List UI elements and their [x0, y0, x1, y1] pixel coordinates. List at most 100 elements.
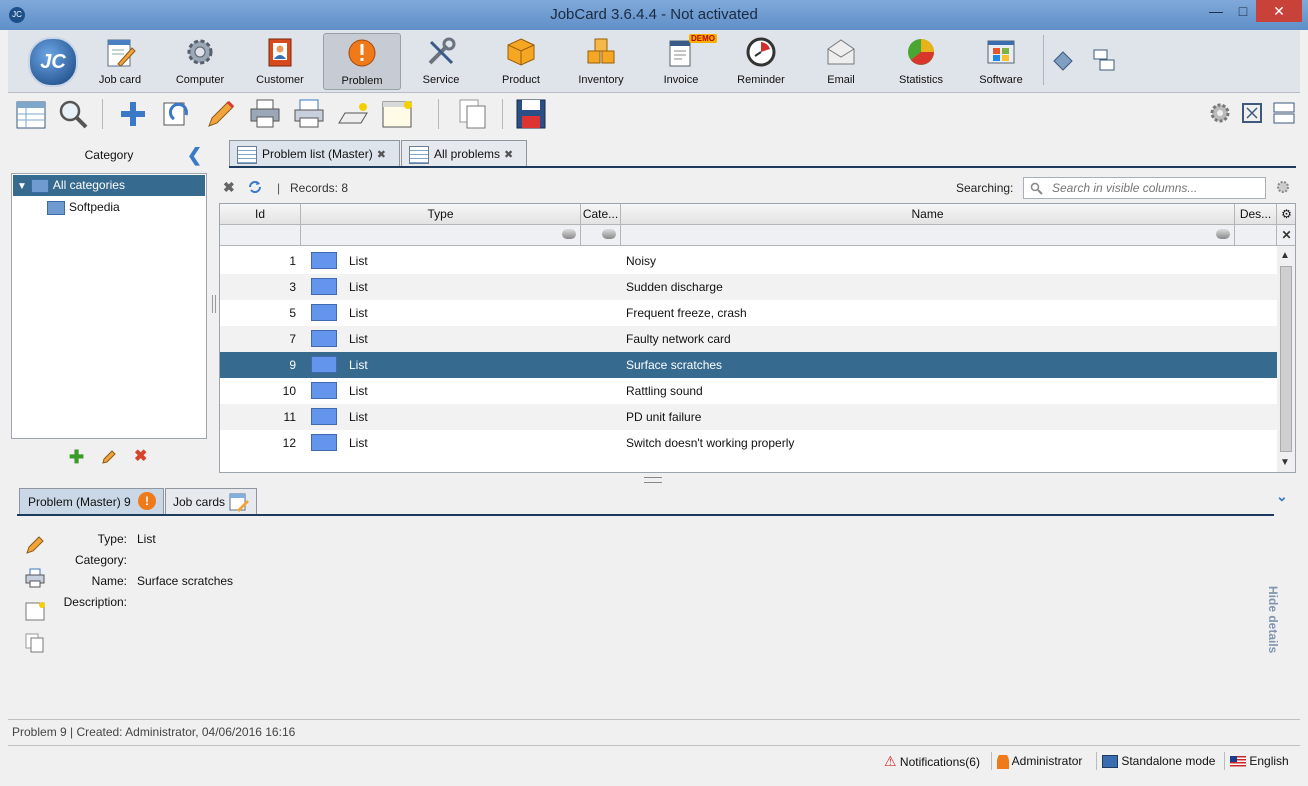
module-label: Invoice	[663, 74, 699, 86]
delete-category-icon[interactable]: ✖	[134, 448, 147, 466]
tree-item-all-categories[interactable]: ▼ All categories	[13, 175, 205, 196]
tree-expand-icon[interactable]: ▼	[17, 181, 27, 192]
column-header-category[interactable]: Cate...	[581, 204, 621, 225]
module-email[interactable]: Email	[803, 33, 879, 88]
note-icon[interactable]	[380, 97, 414, 131]
mode-item[interactable]: Standalone mode	[1102, 746, 1215, 776]
filter-cell-name[interactable]	[621, 225, 1235, 246]
module-customer[interactable]: Customer	[242, 33, 318, 88]
module-computer[interactable]: Computer	[162, 33, 238, 88]
module-reminder[interactable]: Reminder	[723, 33, 799, 88]
type-color-swatch	[311, 382, 337, 399]
vertical-splitter[interactable]	[211, 140, 216, 472]
column-header-description[interactable]: Des...	[1235, 204, 1277, 225]
tab-all-problems[interactable]: All problems ✖	[401, 140, 527, 166]
clear-filter-icon[interactable]: ✖	[223, 179, 235, 196]
add-icon[interactable]	[116, 97, 150, 131]
add-category-icon[interactable]: ✚	[69, 448, 84, 466]
tab-label: Job cards	[173, 495, 226, 509]
table-row[interactable]: 5 List Frequent freeze, crash	[220, 300, 1277, 326]
print-preview-icon[interactable]	[292, 97, 326, 131]
cell-id: 9	[289, 358, 296, 372]
detail-value-type: List	[137, 532, 156, 546]
search-settings-gear-icon[interactable]	[1275, 179, 1291, 195]
module-problem[interactable]: Problem	[323, 33, 401, 90]
search-icon[interactable]	[56, 97, 90, 131]
filter-icon[interactable]	[562, 229, 576, 239]
copy-refresh-icon[interactable]	[160, 97, 194, 131]
search-input[interactable]	[1050, 178, 1264, 198]
table-row[interactable]: 1 List Noisy	[220, 248, 1277, 274]
close-tab-icon[interactable]: ✖	[504, 149, 513, 161]
table-row-selected[interactable]: 9 List Surface scratches	[220, 352, 1277, 378]
cell-name: Surface scratches	[626, 358, 723, 372]
module-inventory[interactable]: Inventory	[563, 33, 639, 88]
tab-label: Problem list (Master)	[262, 147, 373, 161]
grid-scrollbar[interactable]: ▲ ▼	[1277, 246, 1295, 472]
edit-pencil-icon[interactable]	[204, 97, 238, 131]
filter-icon[interactable]	[1216, 229, 1230, 239]
language-item[interactable]: English	[1230, 746, 1289, 776]
chevron-down-icon[interactable]: ⌄	[1276, 488, 1288, 505]
collapse-left-icon[interactable]: ❮	[187, 145, 202, 166]
minimize-icon[interactable]: —	[1202, 0, 1230, 22]
user-item[interactable]: Administrator	[997, 746, 1082, 776]
refresh-icon[interactable]	[247, 179, 263, 195]
module-job-card[interactable]: Job card	[82, 33, 158, 88]
tab-problem-master-detail[interactable]: Problem (Master) 9 !	[19, 488, 164, 514]
filter-cell-description[interactable]	[1235, 225, 1277, 246]
toolbar-separator	[502, 99, 503, 129]
inventory-boxes-icon	[587, 38, 615, 64]
edit-category-icon[interactable]	[101, 449, 117, 465]
clear-filters-icon[interactable]: ✕	[1277, 225, 1295, 246]
settings-gear-icon[interactable]	[1208, 101, 1232, 125]
tree-item-softpedia[interactable]: Softpedia	[13, 197, 205, 218]
table-row[interactable]: 11 List PD unit failure	[220, 404, 1277, 430]
service-tools-icon	[428, 37, 456, 65]
detail-duplicate-icon[interactable]	[24, 632, 46, 654]
table-row[interactable]: 12 List Switch doesn't working properly	[220, 430, 1277, 456]
filter-cell-category[interactable]	[581, 225, 621, 246]
column-chooser-icon[interactable]: ⚙	[1277, 204, 1295, 225]
close-tab-icon[interactable]: ✖	[377, 149, 386, 161]
scroll-thumb[interactable]	[1280, 266, 1292, 452]
cell-type: List	[349, 306, 368, 320]
hide-details-toggle[interactable]: ⌄ Hide details	[1266, 488, 1298, 653]
module-product[interactable]: Product	[483, 33, 559, 88]
notifications-item[interactable]: ⚠ Notifications(6)	[884, 746, 980, 776]
duplicate-icon[interactable]	[456, 97, 490, 131]
filter-cell-type[interactable]	[301, 225, 581, 246]
jobcard-logo[interactable]: JC	[28, 37, 78, 87]
records-separator: |	[277, 181, 281, 195]
layout-windows-icon[interactable]	[1092, 48, 1116, 72]
diamond-icon[interactable]	[1052, 50, 1074, 72]
module-service[interactable]: Service	[403, 33, 479, 88]
scroll-down-icon[interactable]: ▼	[1280, 457, 1290, 468]
grid-view-icon[interactable]	[14, 97, 48, 131]
new-window-icon[interactable]	[336, 97, 370, 131]
tab-job-cards[interactable]: Job cards	[165, 488, 257, 514]
tab-problem-list-master[interactable]: Problem list (Master) ✖	[229, 140, 400, 166]
filter-cell-id[interactable]	[220, 225, 301, 246]
filter-icon[interactable]	[602, 229, 616, 239]
category-tree: ▼ All categories Softpedia	[11, 173, 207, 439]
save-icon[interactable]	[514, 97, 548, 131]
column-header-type[interactable]: Type	[301, 204, 581, 225]
module-invoice[interactable]: DEMO Invoice	[643, 33, 719, 88]
table-row[interactable]: 7 List Faulty network card	[220, 326, 1277, 352]
maximize-icon[interactable]: □	[1230, 0, 1256, 22]
window-layout-icon[interactable]	[1272, 101, 1296, 125]
scroll-up-icon[interactable]: ▲	[1280, 250, 1290, 261]
module-label: Customer	[256, 74, 304, 86]
module-statistics[interactable]: Statistics	[883, 33, 959, 88]
column-header-name[interactable]: Name	[621, 204, 1235, 225]
column-header-id[interactable]: Id	[220, 204, 301, 225]
module-software[interactable]: Software	[963, 33, 1039, 88]
table-row[interactable]: 3 List Sudden discharge	[220, 274, 1277, 300]
close-icon[interactable]: ✕	[1256, 0, 1302, 22]
fullscreen-icon[interactable]	[1240, 101, 1264, 125]
print-icon[interactable]	[248, 97, 282, 131]
cell-name: PD unit failure	[626, 410, 702, 424]
horizontal-splitter[interactable]	[644, 477, 662, 483]
table-row[interactable]: 10 List Rattling sound	[220, 378, 1277, 404]
